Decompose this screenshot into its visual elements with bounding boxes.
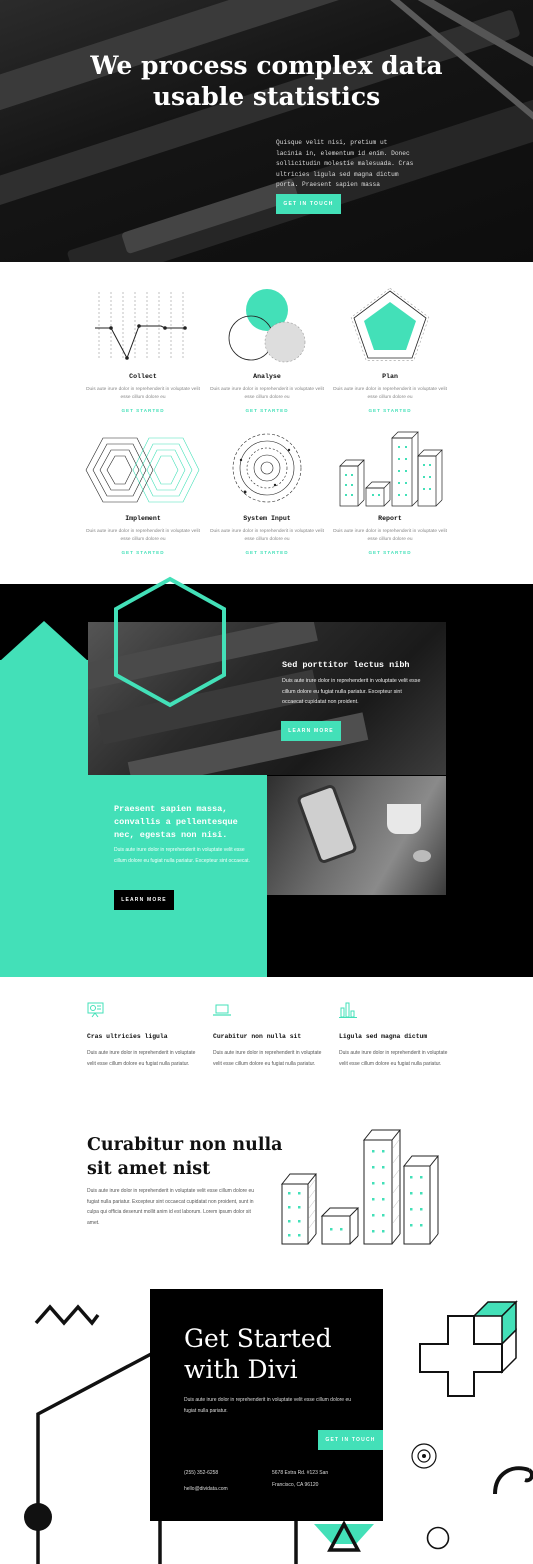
about-title-line2: sit amet nist bbox=[87, 1159, 211, 1179]
about-title-line1: Curabitur non nulla bbox=[87, 1135, 283, 1155]
hero-text: Quisque velit nisi, pretium ut lacinia i… bbox=[276, 139, 414, 188]
get-started-link[interactable]: GET STARTED bbox=[205, 408, 329, 413]
hexagon-icon bbox=[85, 437, 200, 503]
cta-get-in-touch-button[interactable]: GET IN TOUCH bbox=[318, 1430, 383, 1450]
green-learn-more-button[interactable]: LEARN MORE bbox=[114, 890, 174, 910]
cta-title: Get Started with Divi bbox=[184, 1323, 374, 1385]
get-started-link[interactable]: GET STARTED bbox=[328, 550, 452, 555]
feature-title: Curabitur non nulla sit bbox=[213, 1033, 302, 1040]
get-started-link[interactable]: GET STARTED bbox=[81, 408, 205, 413]
feature-text: Duis aute irure dolor in reprehenderit i… bbox=[87, 1050, 196, 1067]
green-text: Duis aute irure dolor in reprehenderit i… bbox=[114, 847, 250, 864]
bar-chart-icon bbox=[339, 1002, 357, 1018]
cta-address-line2: Francisco, CA 96120 bbox=[272, 1482, 319, 1488]
feature-title: Ligula sed magna dictum bbox=[339, 1033, 428, 1040]
service-title: Analyse bbox=[253, 373, 281, 380]
buildings-illustration bbox=[280, 1129, 440, 1245]
service-text: Duis aute irure dolor in reprehenderit i… bbox=[210, 529, 324, 542]
green-house-shape bbox=[0, 621, 88, 661]
feature-item: Curabitur non nulla sit Duis aute irure … bbox=[213, 1002, 323, 1069]
line-chart-icon bbox=[95, 292, 187, 360]
feature-title: Cras ultricies ligula bbox=[87, 1033, 168, 1040]
target-icon bbox=[411, 1443, 437, 1469]
about-title: Curabitur non nulla sit amet nist bbox=[87, 1133, 287, 1181]
service-text: Duis aute irure dolor in reprehenderit i… bbox=[210, 387, 324, 400]
phone-coffee-photo bbox=[267, 776, 446, 895]
projector-icon bbox=[87, 1002, 104, 1018]
arc-shape bbox=[493, 1466, 533, 1495]
hero-section: We process complex data usable statistic… bbox=[0, 0, 533, 262]
feature-text: Duis aute irure dolor in reprehenderit i… bbox=[213, 1050, 322, 1067]
service-title: Plan bbox=[382, 373, 398, 380]
laptop-icon bbox=[213, 1004, 231, 1016]
pentagon-icon bbox=[350, 288, 430, 361]
service-title: Implement bbox=[125, 515, 161, 522]
service-text: Duis aute irure dolor in reprehenderit i… bbox=[333, 529, 447, 542]
hero-title: We process complex data usable statistic… bbox=[0, 50, 533, 112]
cta-title-line1: Get Started bbox=[184, 1324, 332, 1353]
cta-phone[interactable]: (255) 352-6258 bbox=[184, 1470, 218, 1476]
cta-text: Duis aute irure dolor in reprehenderit i… bbox=[184, 1397, 352, 1414]
green-heading: Praesent sapien massa, convallis a pelle… bbox=[114, 804, 238, 840]
service-text: Duis aute irure dolor in reprehenderit i… bbox=[86, 529, 200, 542]
about-text: Duis aute irure dolor in reprehenderit i… bbox=[87, 1188, 255, 1226]
buildings-icon bbox=[339, 431, 443, 507]
split-text: Duis aute irure dolor in reprehenderit i… bbox=[282, 678, 421, 705]
cta-address-line1: 5678 Extra Rd. #123 San bbox=[272, 1470, 329, 1476]
get-started-link[interactable]: GET STARTED bbox=[205, 550, 329, 555]
small-circle-shape bbox=[426, 1526, 450, 1550]
cta-title-line2: with Divi bbox=[184, 1355, 298, 1384]
service-title: System Input bbox=[243, 515, 291, 522]
service-text: Duis aute irure dolor in reprehenderit i… bbox=[333, 387, 447, 400]
service-text: Duis aute irure dolor in reprehenderit i… bbox=[86, 387, 200, 400]
venn-icon bbox=[228, 289, 306, 363]
feature-item: Ligula sed magna dictum Duis aute irure … bbox=[339, 1002, 449, 1069]
learn-more-button[interactable]: LEARN MORE bbox=[281, 721, 341, 741]
hexagon-outline bbox=[114, 576, 226, 708]
service-title: Report bbox=[378, 515, 402, 522]
get-in-touch-button[interactable]: GET IN TOUCH bbox=[276, 194, 341, 214]
cross-3d-shape bbox=[419, 1300, 518, 1397]
service-title: Collect bbox=[129, 373, 157, 380]
cta-email[interactable]: hello@dividata.com bbox=[184, 1486, 228, 1492]
get-started-link[interactable]: GET STARTED bbox=[81, 550, 205, 555]
split-heading: Sed porttitor lectus nibh bbox=[282, 660, 410, 670]
hero-title-line1: We process complex data bbox=[90, 51, 443, 80]
triangle-shape bbox=[314, 1520, 374, 1552]
get-started-link[interactable]: GET STARTED bbox=[328, 408, 452, 413]
radar-icon bbox=[232, 433, 302, 503]
hero-title-line2: usable statistics bbox=[152, 82, 381, 111]
feature-item: Cras ultricies ligula Duis aute irure do… bbox=[87, 1002, 197, 1069]
feature-text: Duis aute irure dolor in reprehenderit i… bbox=[339, 1050, 448, 1067]
